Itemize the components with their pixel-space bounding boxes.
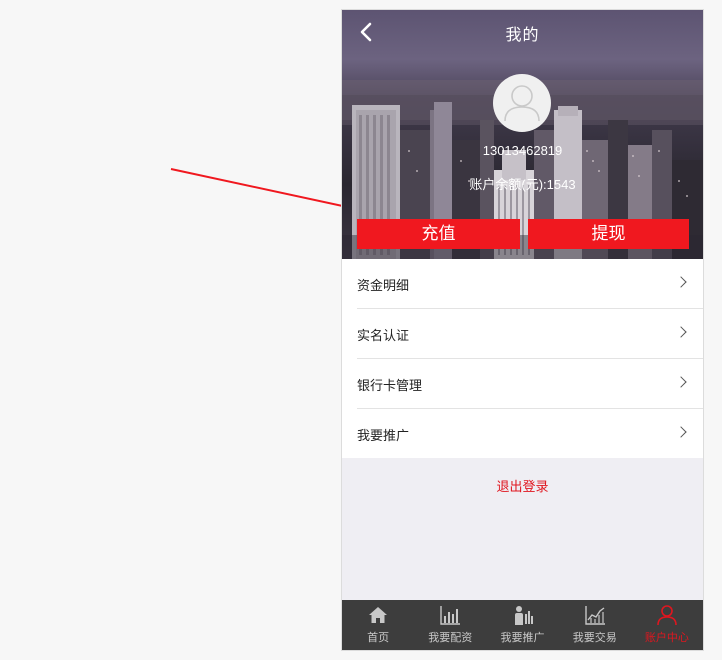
avatar[interactable]: [493, 74, 551, 132]
tab-label: 账户中心: [644, 631, 689, 644]
tab-label: 我要交易: [572, 631, 617, 644]
menu-item-promotion[interactable]: 我要推广: [357, 409, 703, 458]
tab-home[interactable]: 首页: [342, 600, 414, 650]
chevron-right-icon: [675, 276, 687, 288]
mobile-screen: 我的 13013462819 账户余额(元):1543 充值 提现 资金明细 实…: [342, 10, 703, 650]
tab-label: 我要推广: [500, 631, 545, 644]
menu-item-label: 银行卡管理: [357, 379, 423, 394]
bottom-tab-bar: 首页 我要配资 我要推广 我要交易 账户中心: [342, 600, 703, 650]
phone-number: 13013462819: [482, 143, 563, 158]
tab-promotion[interactable]: 我要推广: [486, 600, 558, 650]
menu-item-fund-details[interactable]: 资金明细: [357, 259, 703, 309]
menu-item-label: 我要推广: [357, 429, 410, 444]
menu-item-real-name-auth[interactable]: 实名认证: [357, 309, 703, 359]
tab-trading[interactable]: 我要交易: [559, 600, 631, 650]
page-title: 我的: [505, 25, 540, 44]
chevron-right-icon: [675, 326, 687, 338]
chevron-right-icon: [675, 376, 687, 388]
bar-chart-icon: [440, 606, 461, 625]
profile-header: 我的 13013462819 账户余额(元):1543 充值 提现: [342, 10, 703, 259]
tab-account-center[interactable]: 账户中心: [631, 600, 703, 650]
line-chart-icon: [585, 606, 605, 625]
user-icon: [657, 605, 677, 626]
logout-link[interactable]: 退出登录: [342, 476, 703, 495]
tab-label: 首页: [367, 631, 390, 644]
top-bar: 我的: [342, 10, 703, 54]
home-icon: [369, 607, 388, 623]
menu-item-bank-cards[interactable]: 银行卡管理: [357, 359, 703, 409]
withdraw-button[interactable]: 提现: [528, 219, 689, 249]
account-balance: 账户余额(元):1543: [469, 177, 576, 192]
tab-label: 我要配资: [428, 631, 473, 644]
tab-margin-funding[interactable]: 我要配资: [414, 600, 486, 650]
page: 我的 13013462819 账户余额(元):1543 充值 提现 资金明细 实…: [0, 0, 722, 660]
presenter-icon: [514, 606, 533, 625]
menu-item-label: 资金明细: [357, 279, 410, 294]
user-icon: [504, 85, 540, 122]
recharge-button[interactable]: 充值: [357, 219, 520, 249]
menu-item-label: 实名认证: [357, 329, 410, 344]
account-menu: 资金明细 实名认证 银行卡管理 我要推广: [342, 259, 703, 458]
chevron-right-icon: [675, 426, 687, 438]
